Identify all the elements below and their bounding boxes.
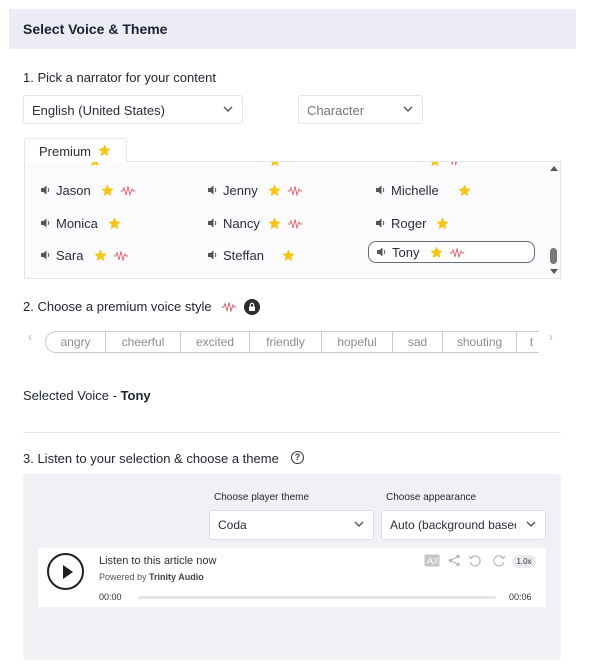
voice-name: Michelle — [391, 183, 439, 198]
style-chip-hopeful[interactable]: hopeful — [322, 332, 393, 352]
chevron-down-icon — [403, 106, 413, 112]
voice-name: Sara — [56, 248, 84, 263]
premium-tab-label: Premium — [39, 144, 92, 159]
player-theme-label: Choose player theme — [214, 492, 310, 503]
star-icon — [98, 144, 111, 157]
voice-wave-icon — [287, 186, 303, 197]
help-icon[interactable]: ? — [291, 451, 304, 464]
speaker-icon — [376, 185, 385, 195]
voice-name: Nancy — [223, 216, 260, 231]
audio-player: Listen to this article now Powered by Tr… — [38, 548, 546, 607]
voice-list: Jason Jenny Michelle Monica Nancy Roger Sara St… — [24, 161, 561, 279]
speaker-icon — [208, 218, 217, 228]
voice-name: Monica — [56, 216, 98, 231]
powered-by-brand: Trinity Audio — [149, 572, 204, 582]
style-chip-shouting[interactable]: shouting — [443, 332, 517, 352]
scroll-up-arrow[interactable] — [550, 166, 558, 171]
style-chip-excited[interactable]: excited — [181, 332, 250, 352]
step2-label: 2. Choose a premium voice style — [23, 299, 212, 314]
star-icon — [430, 246, 443, 259]
appearance-value: Auto (background based) — [390, 518, 516, 532]
speaker-icon — [41, 218, 50, 228]
language-select[interactable]: English (United States) — [23, 95, 243, 124]
star-icon — [101, 184, 114, 197]
progress-bar[interactable] — [138, 596, 496, 599]
powered-by-prefix: Powered by — [99, 572, 150, 582]
star-icon — [94, 249, 107, 262]
chevron-down-icon — [354, 521, 364, 527]
player-theme-value: Coda — [218, 518, 247, 532]
play-icon — [63, 565, 73, 579]
voice-wave-icon — [287, 219, 303, 230]
speaker-icon — [208, 185, 217, 195]
star-icon — [268, 184, 281, 197]
voice-option-tony[interactable]: Tony — [368, 241, 535, 263]
current-time: 00:00 — [99, 592, 122, 602]
speaker-icon — [41, 185, 50, 195]
star-icon — [271, 162, 279, 167]
appearance-select[interactable]: Auto (background based) — [381, 510, 546, 540]
section-divider — [23, 432, 561, 433]
voice-wave-icon — [451, 162, 458, 167]
speaker-icon — [377, 247, 386, 257]
star-icon — [91, 162, 99, 167]
step1-label: 1. Pick a narrator for your content — [23, 70, 216, 85]
speaker-icon — [376, 218, 385, 228]
styles-next-arrow[interactable]: › — [549, 330, 553, 344]
voice-name: Jenny — [223, 183, 258, 198]
star-icon — [108, 217, 121, 230]
character-select[interactable]: Character — [298, 95, 423, 124]
star-icon — [436, 217, 449, 230]
translate-icon[interactable]: A文 — [424, 554, 440, 567]
voice-name: Roger — [391, 216, 427, 231]
style-chip-t[interactable]: t — [517, 332, 539, 352]
chevron-down-icon — [526, 521, 536, 527]
selected-voice-name: Tony — [120, 388, 151, 403]
character-value: Character — [307, 103, 365, 118]
appearance-label: Choose appearance — [386, 492, 477, 503]
voice-name: Steffan — [223, 248, 264, 263]
scroll-thumb[interactable] — [550, 248, 557, 264]
page-header: Select Voice & Theme — [9, 9, 576, 49]
step3-label: 3. Listen to your selection & choose a t… — [23, 451, 279, 466]
star-icon — [268, 217, 281, 230]
lock-icon — [244, 299, 260, 315]
styles-prev-arrow[interactable]: ‹ — [28, 330, 32, 344]
star-icon — [282, 249, 296, 262]
player-title: Listen to this article now — [99, 555, 217, 567]
forward-icon[interactable] — [492, 554, 506, 568]
voice-list-scrollbar[interactable] — [548, 162, 560, 278]
speaker-icon — [208, 250, 217, 260]
share-icon[interactable] — [448, 554, 461, 567]
powered-by: Powered by Trinity Audio — [99, 572, 204, 582]
voice-wave-icon — [113, 251, 129, 262]
style-chip-angry[interactable]: angry — [46, 332, 106, 352]
star-icon — [457, 184, 471, 197]
voice-name: Tony — [392, 245, 420, 260]
playback-speed-button[interactable]: 1.0x — [512, 555, 536, 568]
total-time: 00:06 — [509, 592, 532, 602]
voice-wave-icon — [120, 186, 136, 197]
selected-voice-line: Selected Voice - Tony — [23, 388, 151, 403]
rewind-icon[interactable] — [468, 554, 482, 568]
style-chip-friendly[interactable]: friendly — [250, 332, 322, 352]
scroll-down-arrow[interactable] — [550, 269, 558, 274]
page-title: Select Voice & Theme — [23, 21, 168, 37]
player-theme-select[interactable]: Coda — [209, 510, 374, 540]
voice-wave-icon — [449, 248, 465, 259]
language-value: English (United States) — [32, 103, 165, 118]
star-icon — [431, 162, 439, 167]
style-chip-cheerful[interactable]: cheerful — [106, 332, 181, 352]
voice-style-list: angry cheerful excited friendly hopeful sad sh… — [45, 331, 539, 353]
voice-wave-icon — [221, 302, 237, 313]
speaker-icon — [41, 250, 50, 260]
style-chip-sad[interactable]: sad — [393, 332, 443, 352]
play-button[interactable] — [47, 553, 84, 590]
voice-name: Jason — [56, 183, 91, 198]
premium-tab[interactable]: Premium — [24, 138, 127, 162]
svg-text:文: 文 — [433, 557, 439, 565]
selected-voice-prefix: Selected Voice - — [23, 388, 121, 403]
chevron-down-icon — [223, 106, 233, 112]
